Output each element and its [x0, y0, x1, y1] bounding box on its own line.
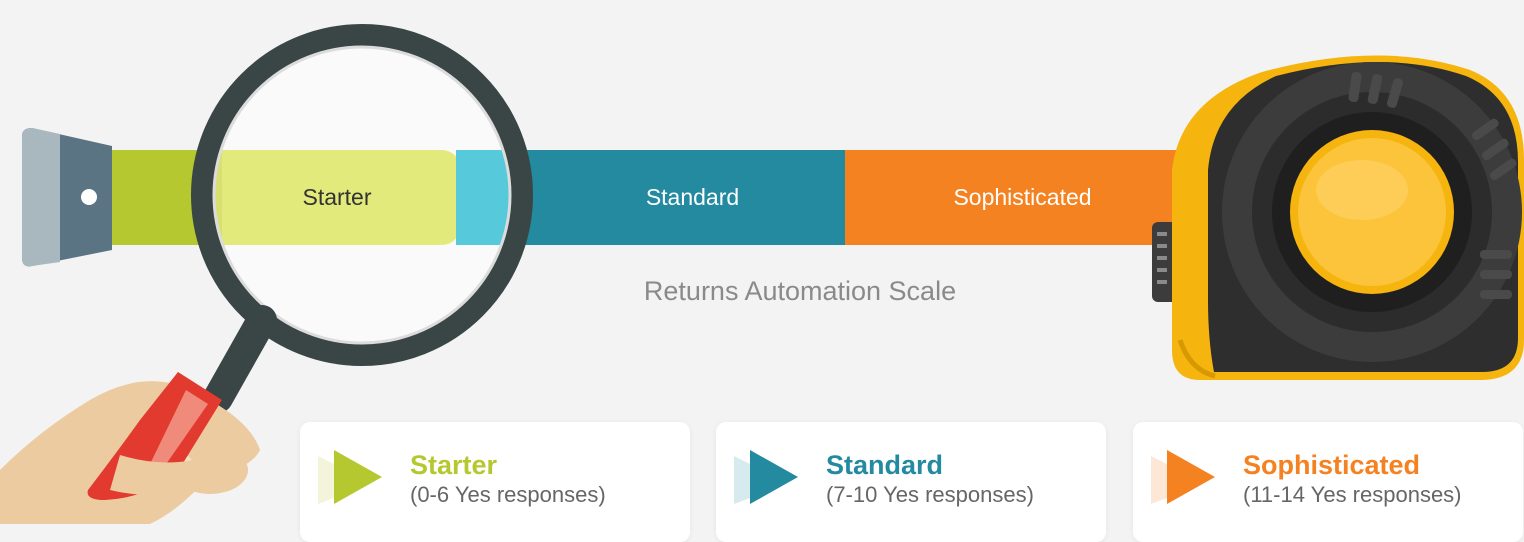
legend-range-starter: (0-6 Yes responses)	[410, 482, 606, 507]
scale-caption: Returns Automation Scale	[643, 276, 957, 306]
legend-card-sophisticated: Sophisticated (11-14 Yes responses)	[1133, 422, 1523, 542]
legend-title-sophisticated: Sophisticated	[1243, 450, 1421, 480]
legend-range-sophisticated: (11-14 Yes responses)	[1243, 482, 1462, 507]
play-arrow-icon	[1151, 450, 1215, 504]
tape-hook-icon	[22, 128, 112, 267]
band-label-standard: Standard	[645, 184, 740, 210]
legend-card-standard: Standard (7-10 Yes responses)	[716, 422, 1106, 542]
tape-measure-case-icon	[1152, 55, 1524, 380]
legend-range-standard: (7-10 Yes responses)	[826, 482, 1034, 507]
band-label-starter: Starter	[302, 184, 372, 210]
band-label-sophisticated: Sophisticated	[953, 184, 1092, 210]
play-arrow-icon	[734, 450, 798, 504]
legend-card-starter: Starter (0-6 Yes responses)	[300, 422, 690, 542]
legend-title-standard: Standard	[826, 450, 944, 480]
play-arrow-icon	[318, 450, 382, 504]
legend-title-starter: Starter	[410, 450, 498, 480]
